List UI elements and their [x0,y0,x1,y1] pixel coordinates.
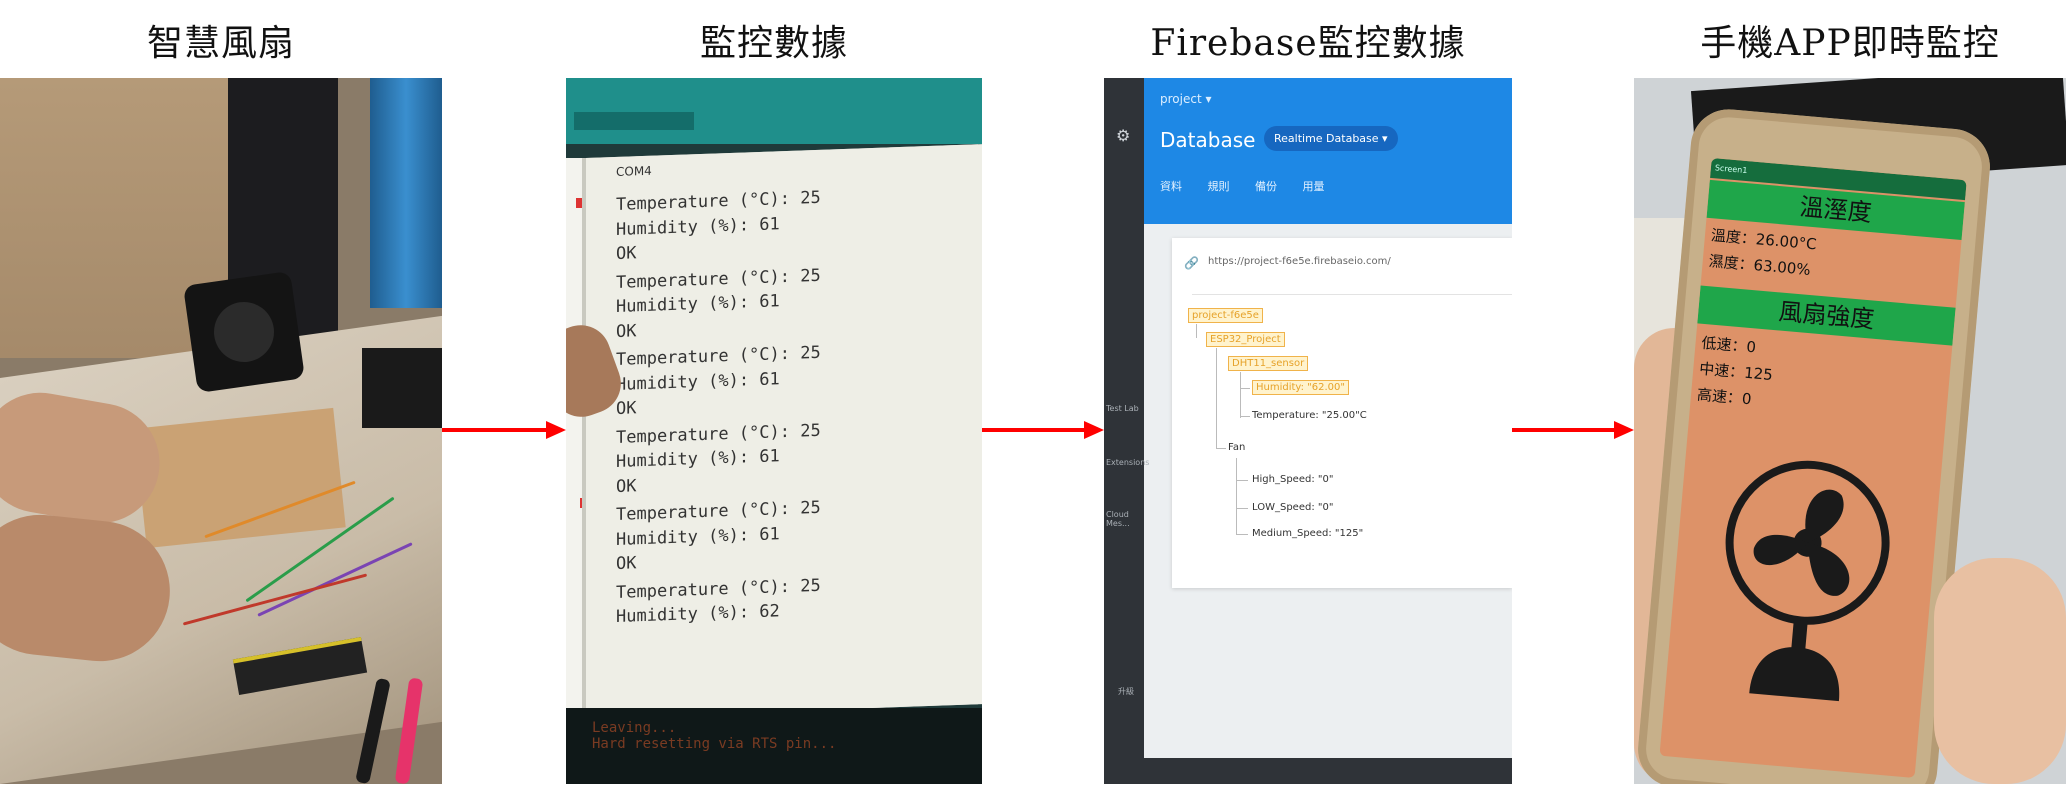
serial-monitor-window: COM4 Temperature (°C): 25 Humidity (%): 6… [586,144,982,718]
tree-node-medium-speed[interactable]: Medium_Speed: "125" [1252,528,1363,539]
high-speed-value: 高速：0 [1696,385,1753,409]
data-tree-card: 🔗 https://project-f6e5e.firebaseio.com/ … [1172,238,1512,588]
arrow-icon [1512,421,1634,439]
console-text: Leaving... Hard resetting via RTS pin... [592,720,837,752]
tree-node-low-speed[interactable]: LOW_Speed: "0" [1252,502,1333,513]
console-output: Leaving... Hard resetting via RTS pin... [566,708,982,784]
sidebar-label[interactable]: Cloud Mes... [1106,510,1144,528]
smart-fan-photo [0,78,442,784]
arduino-toolbar [566,78,982,144]
error-mark [576,198,582,208]
tree-node-sensor[interactable]: DHT11_sensor [1228,356,1309,371]
fan-icon [1725,460,1890,702]
upgrade-label[interactable]: 升級 [1118,686,1134,697]
arrow-icon [442,421,566,439]
firebase-header: project ▾ Database Realtime Database ▾ 資… [1144,78,1512,224]
tab-usage[interactable]: 用量 [1303,180,1325,193]
fan-icon [183,271,305,393]
serial-log: Temperature (°C): 25 Humidity (%): 61 OK Te… [616,186,821,630]
tab-rules[interactable]: 規則 [1208,180,1230,193]
arrow-icon [982,421,1104,439]
link-icon: 🔗 [1184,256,1199,270]
firebase-sidebar: ⚙ Test Lab Extensions Cloud Mes... 升級 [1104,78,1149,784]
water-bottle [370,78,442,308]
sidebar-label[interactable]: Test Lab [1106,404,1139,413]
title-smart-fan: 智慧風扇 [146,23,296,64]
database-title: Database [1160,128,1256,152]
tree-node-humidity[interactable]: Humidity: "62.00" [1252,380,1349,395]
hand [1934,558,2066,784]
tree-node-root[interactable]: project-f6e5e [1188,308,1263,323]
serial-monitor-photo: COM4 Temperature (°C): 25 Humidity (%): 6… [566,78,982,784]
keyboard [362,348,442,428]
tree-node-fan[interactable]: Fan [1228,442,1245,453]
code-gutter [566,158,588,718]
database-type-dropdown[interactable]: Realtime Database ▾ [1264,126,1398,151]
tab-data[interactable]: 資料 [1160,180,1182,193]
tree-node-project[interactable]: ESP32_Project [1206,332,1285,347]
com-port-title: COM4 [616,163,652,179]
gear-icon[interactable]: ⚙ [1116,126,1130,145]
mid-speed-value: 中速：125 [1698,359,1774,385]
tree-node-high-speed[interactable]: High_Speed: "0" [1252,474,1333,485]
tab-backup[interactable]: 備份 [1255,180,1277,193]
tree-node-temperature[interactable]: Temperature: "25.00"C [1252,410,1367,421]
humidity-value: 濕度：63.00% [1707,252,1812,279]
database-url[interactable]: https://project-f6e5e.firebaseio.com/ [1208,256,1391,267]
app-screen: Screen1 溫溼度 溫度：26.00°C 濕度：63.00% 風扇強度 低速… [1659,157,1967,778]
title-mobile-app: 手機APP即時監控 [1700,23,2000,64]
database-tabs: 資料 規則 備份 用量 [1160,178,1347,194]
mobile-app-photo: Screen1 溫溼度 溫度：26.00°C 濕度：63.00% 風扇強度 低速… [1634,78,2066,784]
title-monitor-data: 監控數據 [699,23,849,64]
project-selector[interactable]: project ▾ [1160,92,1212,106]
cardboard-base [134,407,346,549]
firebase-console-photo: ⚙ Test Lab Extensions Cloud Mes... 升級 pr… [1104,78,1512,784]
title-firebase-data: Firebase監控數據 [1150,23,1466,64]
temperature-value: 溫度：26.00°C [1710,226,1818,254]
sidebar-label[interactable]: Extensions [1106,458,1149,467]
taskbar [1144,758,1512,784]
low-speed-value: 低速：0 [1700,333,1757,357]
